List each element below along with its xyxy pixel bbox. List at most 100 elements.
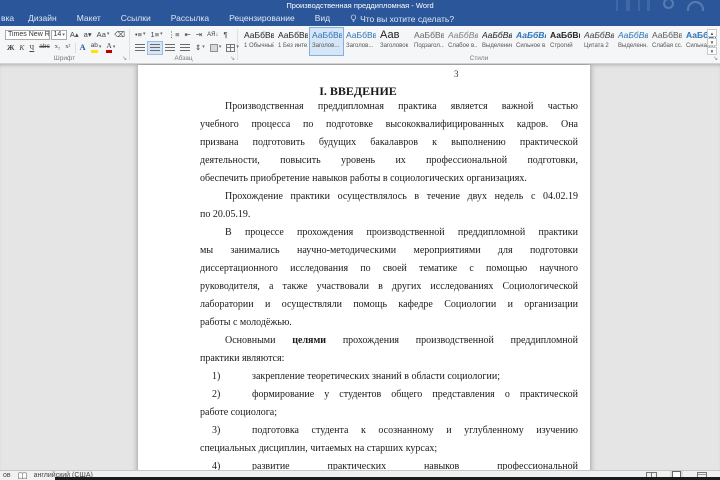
font-size-combo[interactable]: 14 ▾ xyxy=(50,29,67,40)
document-text: Производственная преддипломная практика … xyxy=(200,98,578,470)
shrink-font-button[interactable]: а▾ xyxy=(82,29,94,41)
bold-button[interactable]: Ж xyxy=(5,42,16,54)
text-effects-button[interactable]: А xyxy=(78,42,88,54)
numbering-button[interactable]: 1≡ ▾ xyxy=(149,29,165,41)
text: мы занимались научно-методическими мероп… xyxy=(200,245,578,256)
ribbon-tab-Рецензирование[interactable]: Рецензирование xyxy=(219,11,305,26)
style-card[interactable]: АаБбВвГ Сильное в... xyxy=(514,28,547,55)
titlebar-decoration xyxy=(616,0,618,11)
document-line: Прохождение практики осуществлялось в те… xyxy=(200,188,578,206)
style-label: Сильное в... xyxy=(516,43,546,49)
decrease-indent-button[interactable]: ⇤ xyxy=(183,29,193,41)
style-card[interactable]: АаБбВвГ Слабая сс... xyxy=(650,28,683,55)
gallery-scroll-down-button[interactable]: ▼ xyxy=(707,38,717,46)
multilevel-list-button[interactable]: ⋮≡ xyxy=(166,29,182,41)
document-line: Производственная преддипломная практика … xyxy=(200,98,578,116)
align-right-button[interactable] xyxy=(163,42,177,54)
show-paragraph-marks-button[interactable]: ¶ xyxy=(221,29,229,41)
ribbon: Times New R ▾ 14 ▾ А▴ а▾ Аа ▾ ⌫ Ж К Ч xyxy=(0,26,720,64)
word-count-fragment[interactable]: ов xyxy=(3,472,11,479)
line-spacing-button[interactable]: ⇕ ▾ xyxy=(193,42,207,54)
ribbon-tab-Рассылка[interactable]: Рассылка xyxy=(161,11,219,26)
style-card[interactable]: Аав Заголовок xyxy=(378,28,411,55)
align-center-button[interactable] xyxy=(147,40,163,55)
style-card[interactable]: АаБбВвГ Подзагол... xyxy=(412,28,445,55)
style-label: Цитата 2 xyxy=(584,43,609,49)
style-card[interactable]: АаБбВвГ 1 Без инте... xyxy=(276,28,309,55)
justify-button[interactable] xyxy=(178,42,192,54)
document-line: специальных дисциплин, читаемых на старш… xyxy=(200,440,578,458)
document-page[interactable]: 3 I. ВВЕДЕНИЕ Производственная преддипло… xyxy=(138,65,590,470)
ribbon-tab-Макет[interactable]: Макет xyxy=(67,11,111,26)
paragraph-group-row2: ⇕ ▾ ▾ ▾ xyxy=(133,40,239,55)
text: обеспечить приобретение навыков работы в… xyxy=(200,173,527,184)
list-number: 1) xyxy=(212,371,221,382)
text: подготовка студента к осознанному и углу… xyxy=(252,425,578,436)
font-color-button[interactable]: А ▾ xyxy=(104,41,117,54)
style-label: Строгий xyxy=(550,43,573,49)
document-line: 3) подготовка студента к осознанному и уг… xyxy=(200,422,578,440)
document-line: 4) развитие практических навыков професси… xyxy=(200,458,578,470)
style-preview: Аав xyxy=(380,29,400,41)
style-label: Выделенн... xyxy=(618,43,648,49)
strikethrough-button[interactable]: abc xyxy=(37,42,51,54)
grow-font-button[interactable]: А▴ xyxy=(68,29,81,41)
chevron-down-icon: ▾ xyxy=(218,44,222,50)
ribbon-tabs: вка Дизайн Макет Ссылки Рассылка Рецензирован… xyxy=(0,11,340,26)
style-card[interactable]: АаБбВв Заголов... xyxy=(309,27,344,56)
style-card[interactable]: АаБбВвГ Выделение xyxy=(480,28,513,55)
styles-dialog-launcher[interactable]: ↘ xyxy=(713,56,718,62)
tell-me-box[interactable]: Что вы хотите сделать? xyxy=(350,14,454,24)
paragraph-dialog-launcher[interactable]: ↘ xyxy=(230,56,235,62)
style-card[interactable]: АаБбВвГ Слабое в... xyxy=(446,28,479,55)
document-heading: I. ВВЕДЕНИЕ xyxy=(319,84,397,98)
paragraph-group: •≡ ▾ 1≡ ▾ ⋮≡ ⇤ ⇥ АЯ↓ ¶ ⇕ ▾ ▾ ▾ Абзац ↘ xyxy=(130,26,239,63)
highlight-color-button[interactable]: ab ▾ xyxy=(89,42,104,54)
document-line: практики являются: xyxy=(200,350,578,368)
increase-indent-button[interactable]: ⇥ xyxy=(194,29,204,41)
ribbon-tab-вка[interactable]: вка xyxy=(0,11,18,26)
align-left-button[interactable] xyxy=(133,42,147,54)
italic-button[interactable]: К xyxy=(17,42,26,54)
style-card[interactable]: АаБбВв Заголов... xyxy=(344,28,377,55)
proofing-book-icon[interactable] xyxy=(17,471,28,480)
style-card[interactable]: АаБбВвГ Цитата 2 xyxy=(582,28,615,55)
shading-button[interactable]: ▾ xyxy=(208,42,224,54)
document-line: учебного процесса по подготовке высококв… xyxy=(200,116,578,134)
clear-formatting-button[interactable]: ⌫ xyxy=(112,29,127,41)
ribbon-tab-Вид[interactable]: Вид xyxy=(305,11,340,26)
document-line: работы с молодёжью. xyxy=(200,314,578,332)
font-name-combo[interactable]: Times New R ▾ xyxy=(5,29,50,40)
document-area[interactable]: 3 I. ВВЕДЕНИЕ Производственная преддипло… xyxy=(0,63,720,470)
paragraph-group-row1: •≡ ▾ 1≡ ▾ ⋮≡ ⇤ ⇥ АЯ↓ ¶ xyxy=(133,28,235,41)
style-label: Подзагол... xyxy=(414,43,444,49)
ribbon-tab-Ссылки[interactable]: Ссылки xyxy=(111,11,161,26)
style-preview: АаБбВвГ xyxy=(584,30,614,40)
subscript-button[interactable]: x₂ xyxy=(53,42,63,54)
borders-icon xyxy=(226,43,236,52)
style-card[interactable]: АаБбВвГ 1 Обычный xyxy=(242,28,275,55)
tell-me-label: Что вы хотите сделать? xyxy=(360,13,455,24)
superscript-button[interactable]: x² xyxy=(63,42,72,54)
bullets-button[interactable]: •≡ ▾ xyxy=(133,29,148,41)
document-line: работе социолога; xyxy=(200,404,578,422)
bullets-icon: •≡ xyxy=(135,29,143,39)
gallery-scroll-up-button[interactable]: ▲ xyxy=(707,29,717,37)
ribbon-tab-Дизайн[interactable]: Дизайн xyxy=(18,11,67,26)
text: призвана подготовить будущих бакалавров … xyxy=(200,137,578,148)
style-card[interactable]: АаБбВвГ Выделенн... xyxy=(616,28,649,55)
text: деятельности, повысить уровень их профес… xyxy=(200,155,578,166)
change-case-button[interactable]: Аа ▾ xyxy=(95,29,112,41)
style-label: Заголов... xyxy=(346,43,374,49)
underline-button[interactable]: Ч xyxy=(27,42,36,54)
font-dialog-launcher[interactable]: ↘ xyxy=(122,56,127,62)
font-group-row1: Times New R ▾ 14 ▾ А▴ а▾ Аа ▾ ⌫ xyxy=(5,28,127,41)
chevron-down-icon: ▾ xyxy=(106,31,110,37)
style-card[interactable]: АаБбВвГ Строгий xyxy=(548,28,581,55)
gallery-more-button[interactable]: ▼ xyxy=(707,47,717,55)
align-left-icon xyxy=(135,43,145,52)
text: по 20.05.19. xyxy=(200,209,251,220)
text: лаборатории и осуществляли помощь кафедр… xyxy=(200,299,578,310)
sort-button[interactable]: АЯ↓ xyxy=(205,29,220,41)
bold-text: целями xyxy=(292,335,327,346)
